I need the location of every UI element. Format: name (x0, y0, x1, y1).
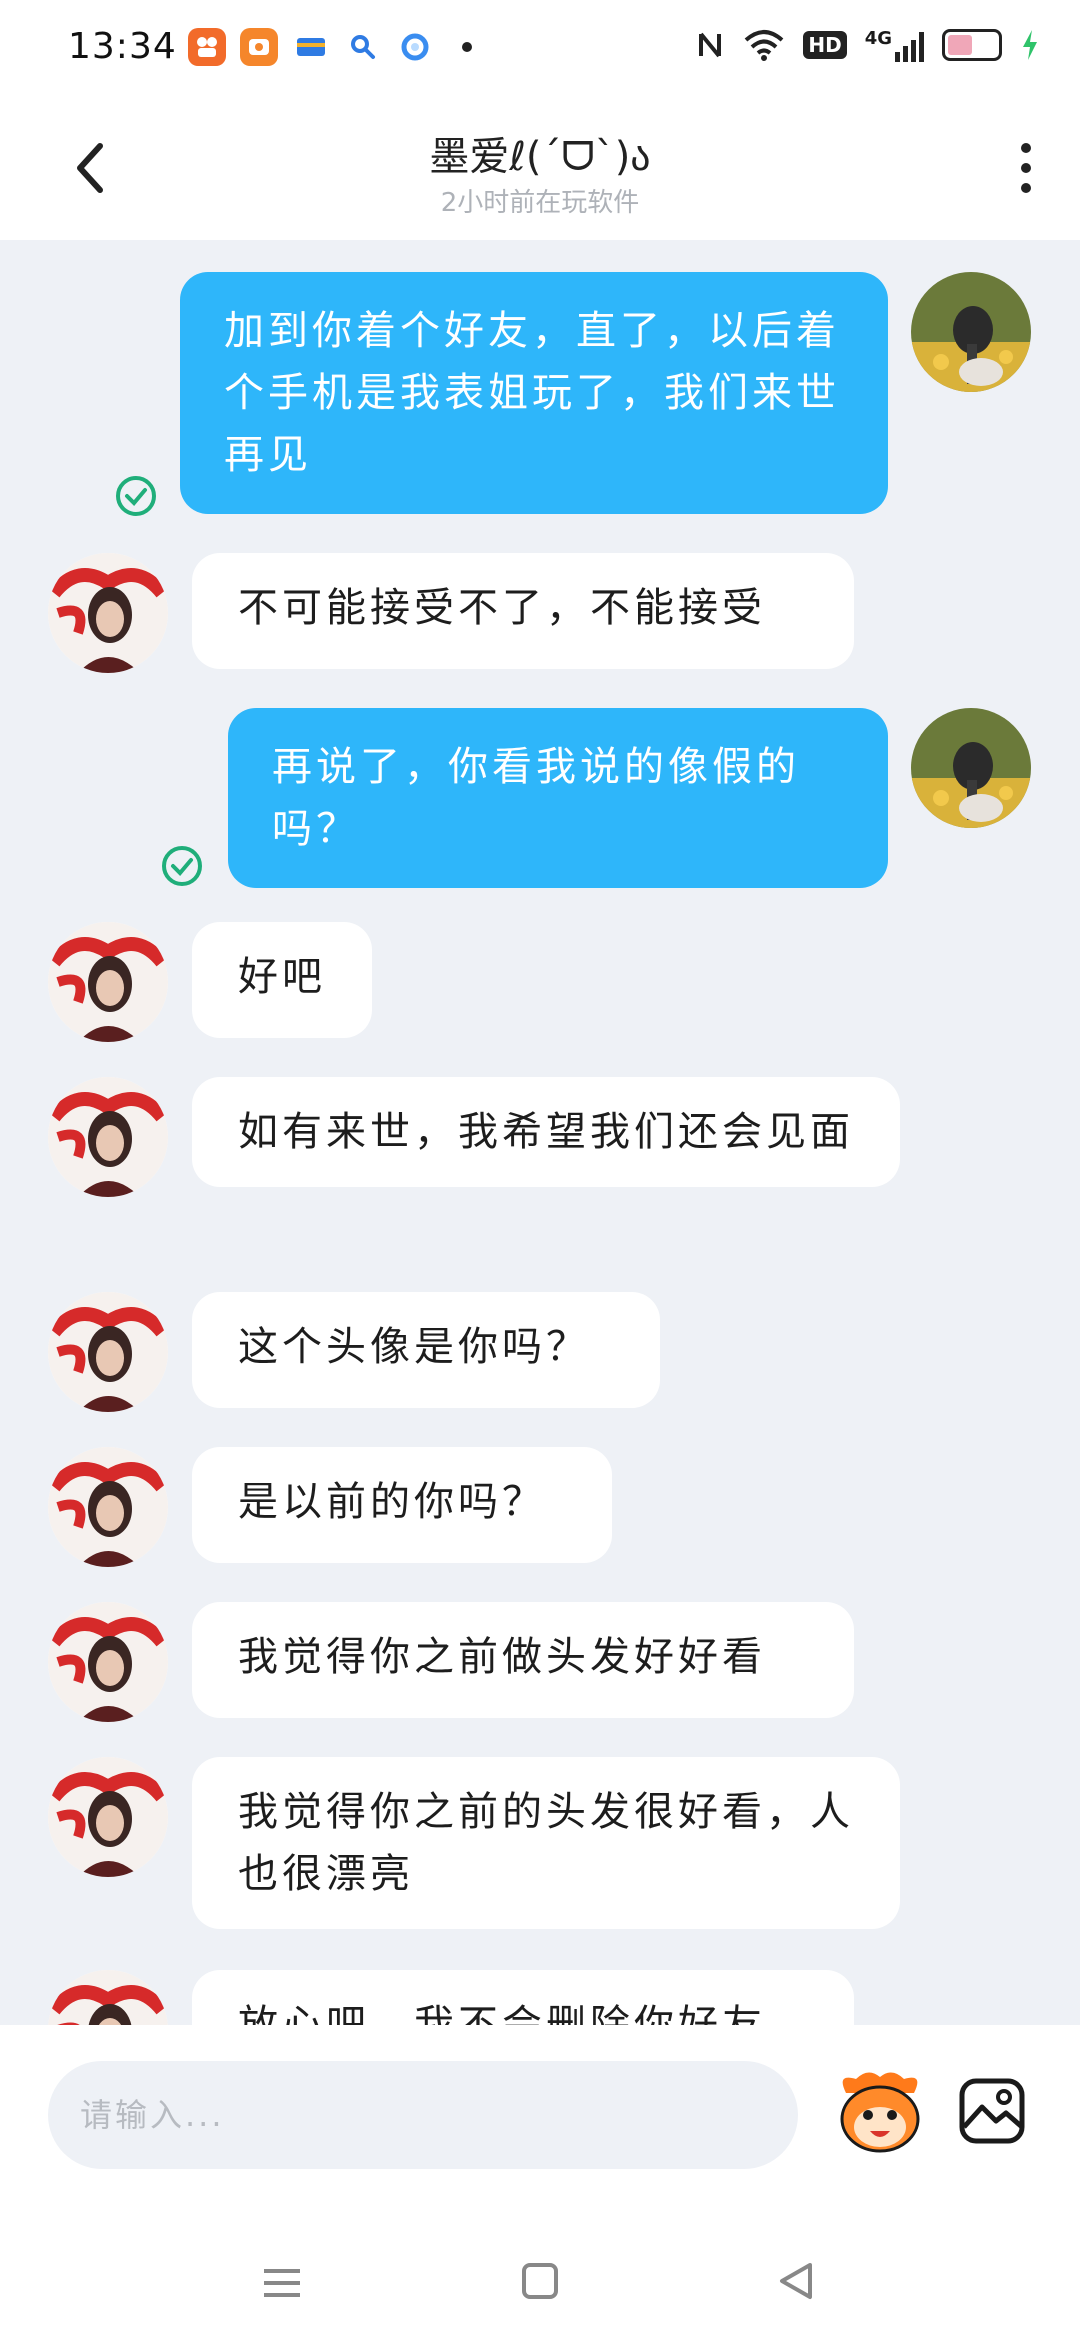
peer-avatar[interactable] (48, 1077, 168, 1197)
system-icons: HD 4G (695, 28, 1040, 62)
battery-icon (942, 29, 1002, 61)
peer-avatar[interactable] (48, 553, 168, 673)
signal-4g-icon: 4G (865, 28, 924, 62)
peer-avatar[interactable] (48, 1970, 168, 2025)
home-icon[interactable] (520, 2261, 560, 2301)
message-bubble-peer[interactable]: 这个头像是你吗？ (192, 1292, 660, 1408)
message-bubble-peer[interactable]: 是以前的你吗？ (192, 1447, 612, 1563)
image-button[interactable] (958, 2077, 1026, 2145)
contact-status: 2小时前在玩软件 (440, 188, 640, 218)
vertical-dots-icon (1021, 143, 1031, 193)
input-bar: 请输入... (0, 2025, 1080, 2340)
message-bubble-peer[interactable]: 好吧 (192, 922, 372, 1038)
message-bubble-peer[interactable]: 放心吧，我不会删除你好友 (192, 1970, 854, 2025)
recent-apps-icon[interactable] (262, 2263, 302, 2303)
browser-icon (396, 28, 434, 66)
peer-avatar[interactable] (48, 922, 168, 1042)
network-type-label: 4G (864, 28, 892, 49)
message-bubble-peer[interactable]: 我觉得你之前的头发很好看，人也很漂亮 (192, 1757, 900, 1929)
read-check-icon (116, 476, 156, 516)
read-check-icon (162, 846, 202, 886)
system-navigation-bar (0, 2245, 1080, 2340)
message-bubble-peer[interactable]: 我觉得你之前做头发好好看 (192, 1602, 854, 1718)
peer-avatar[interactable] (48, 1602, 168, 1722)
peer-avatar[interactable] (48, 1292, 168, 1412)
message-bubble-peer[interactable]: 不可能接受不了，不能接受 (192, 553, 854, 669)
kuaishou-icon (188, 28, 226, 66)
notification-icons (188, 28, 486, 66)
more-notifications-dot (448, 28, 486, 66)
message-input[interactable]: 请输入... (48, 2061, 798, 2169)
status-bar: 13:34 HD 4G (0, 0, 1080, 96)
more-options-button[interactable] (1006, 136, 1046, 200)
chat-header: 墨爱ℓ(ˊᗜˋ)ა 2小时前在玩软件 (0, 96, 1080, 240)
wifi-icon (745, 30, 784, 61)
mascot-emoji-icon (840, 2072, 920, 2153)
message-bubble-self[interactable]: 加到你着个好友，直了，以后着个手机是我表姐玩了，我们来世再见 (180, 272, 888, 514)
charging-icon (1023, 30, 1037, 60)
peer-avatar[interactable] (48, 1447, 168, 1567)
self-avatar[interactable] (911, 272, 1031, 392)
contact-name[interactable]: 墨爱ℓ(ˊᗜˋ)ა (0, 124, 1080, 182)
message-bubble-self[interactable]: 再说了，你看我说的像假的吗？ (228, 708, 888, 888)
emoji-button[interactable] (832, 2063, 928, 2159)
wallet-icon (292, 28, 330, 66)
peer-avatar[interactable] (48, 1757, 168, 1877)
message-bubble-peer[interactable]: 如有来世，我希望我们还会见面 (192, 1077, 900, 1187)
nfc-icon (699, 32, 722, 58)
image-icon (959, 2078, 1025, 2144)
back-triangle-icon[interactable] (776, 2261, 816, 2301)
search-app-icon (344, 28, 382, 66)
message-list[interactable]: 加到你着个好友，直了，以后着个手机是我表姐玩了，我们来世再见 不可能接受不了，不… (0, 240, 1080, 2025)
self-avatar[interactable] (911, 708, 1031, 828)
status-time: 13:34 (68, 26, 177, 67)
taobao-icon (240, 28, 278, 66)
hd-icon: HD (803, 31, 847, 59)
